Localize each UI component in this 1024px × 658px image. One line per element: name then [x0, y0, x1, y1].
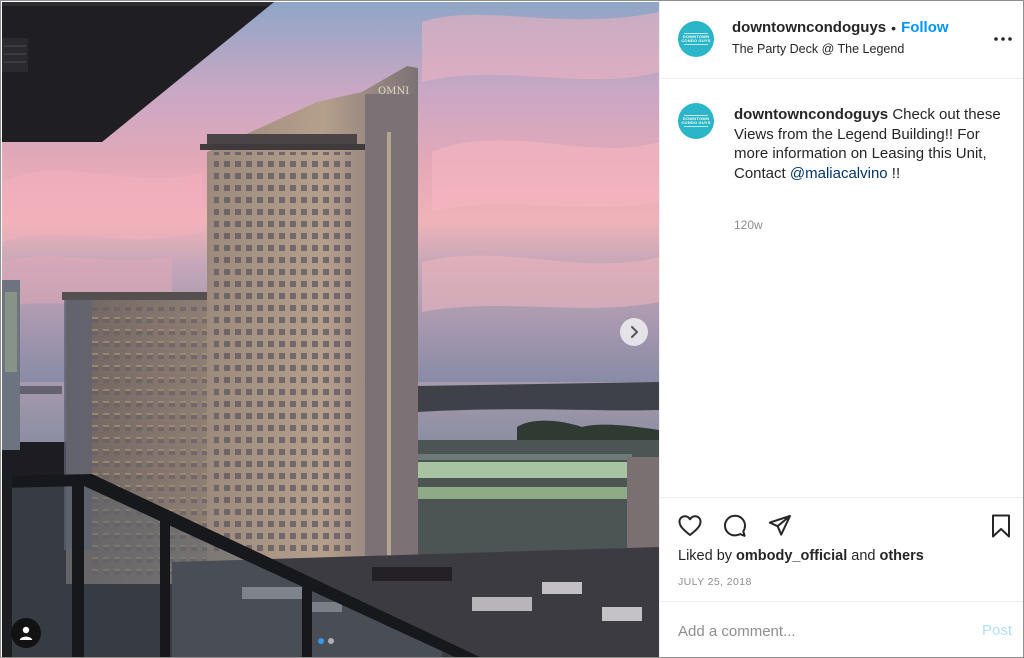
- slide-dot: [328, 638, 334, 644]
- likes-prefix: Liked by: [678, 548, 737, 564]
- post-photo[interactable]: OMNI: [2, 2, 659, 657]
- avatar-line-decoration: [684, 115, 708, 116]
- follow-button[interactable]: Follow: [901, 19, 949, 36]
- post-comment-button[interactable]: Post: [982, 622, 1012, 639]
- follow-separator: •: [891, 19, 897, 36]
- likes-summary: Liked by ombody_official and others: [678, 548, 924, 564]
- header-username-link[interactable]: downtowncondoguys: [732, 19, 886, 36]
- caption-block: DOWNTOWN CONDO GUYS downtowncondoguys Ch…: [660, 79, 1023, 497]
- building-sign-text: OMNI: [378, 86, 409, 97]
- caption-avatar[interactable]: DOWNTOWN CONDO GUYS: [678, 103, 714, 139]
- user-icon: [19, 626, 33, 640]
- caption-suffix: !!: [887, 164, 901, 182]
- bookmark-icon: [992, 514, 1010, 538]
- mention-link[interactable]: @maliacalvino: [790, 165, 888, 182]
- comment-input[interactable]: [678, 620, 958, 642]
- post-date[interactable]: JULY 25, 2018: [678, 576, 752, 588]
- avatar-line-decoration: [684, 44, 708, 45]
- caption-age[interactable]: 120w: [734, 218, 763, 232]
- likes-middle: and: [847, 548, 880, 564]
- instagram-post-window: OMNI DOWNTOWN CONDO GUYS downtowncondogu…: [0, 0, 1024, 658]
- slide-indicator: [318, 638, 334, 644]
- slide-dot-active: [318, 638, 324, 644]
- liker-username-link[interactable]: ombody_official: [736, 548, 847, 564]
- location-link[interactable]: The Party Deck @ The Legend: [732, 42, 904, 56]
- more-options-button[interactable]: [992, 30, 1014, 48]
- share-button[interactable]: [766, 512, 794, 540]
- avatar-line-decoration: [684, 126, 708, 127]
- post-header: DOWNTOWN CONDO GUYS downtowncondoguys • …: [660, 2, 1023, 79]
- city-sunset-photo: OMNI: [2, 2, 659, 657]
- header-user-line: downtowncondoguys • Follow: [732, 19, 949, 36]
- action-bar: Liked by ombody_official and others JULY…: [660, 497, 1023, 601]
- comment-button[interactable]: [721, 512, 749, 540]
- avatar-logo-text: DOWNTOWN CONDO GUYS: [681, 33, 711, 43]
- like-button[interactable]: [676, 512, 704, 540]
- avatar-logo-text: DOWNTOWN CONDO GUYS: [681, 115, 711, 125]
- comment-icon: [724, 514, 746, 537]
- next-slide-button[interactable]: [620, 318, 648, 346]
- tagged-users-button[interactable]: [11, 618, 41, 648]
- comment-bar: Post: [660, 601, 1023, 657]
- avatar[interactable]: DOWNTOWN CONDO GUYS: [678, 21, 714, 57]
- avatar-line-decoration: [684, 33, 708, 34]
- share-icon: [768, 515, 791, 536]
- caption-text: downtowncondoguys Check out these Views …: [734, 105, 1002, 183]
- post-details-panel: DOWNTOWN CONDO GUYS downtowncondoguys • …: [659, 2, 1023, 657]
- more-dots-icon: [994, 37, 1012, 41]
- chevron-right-icon: [631, 326, 638, 338]
- likes-others-link[interactable]: others: [879, 548, 923, 564]
- save-button[interactable]: [987, 512, 1015, 540]
- caption-username-link[interactable]: downtowncondoguys: [734, 106, 888, 123]
- heart-icon: [678, 515, 702, 536]
